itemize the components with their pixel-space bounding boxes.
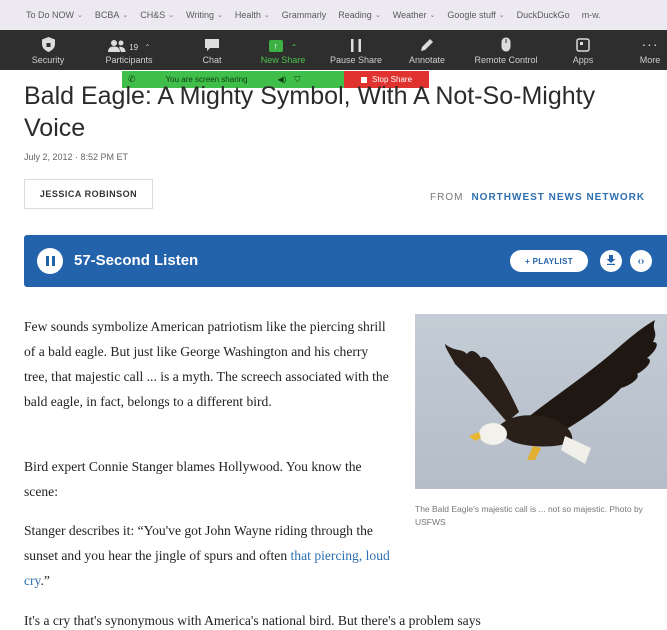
mouse-icon (501, 30, 511, 52)
pause-share-button[interactable]: Pause Share (324, 30, 388, 70)
pause-icon (350, 30, 362, 52)
bookmarks-bar: To Do NOW ⌄ BCBA ⌄ CH&S ⌄ Writing ⌄ Health ⌄ … (0, 0, 667, 30)
bookmark-label: To Do NOW (26, 10, 75, 20)
bookmark-label: Reading (338, 10, 372, 20)
bookmark-writing[interactable]: Writing ⌄ (186, 10, 223, 20)
bookmark-label: DuckDuckGo (516, 10, 570, 20)
source-from-label: FROM (430, 192, 464, 203)
download-button[interactable] (600, 250, 622, 272)
download-icon (606, 254, 616, 268)
author-byline[interactable]: JESSICA ROBINSON (24, 179, 153, 209)
chevron-down-icon: ⌄ (77, 12, 83, 19)
new-share-label: New Share (260, 55, 306, 65)
more-label: More (639, 55, 661, 65)
bookmark-label: Weather (392, 10, 427, 20)
bookmark-health[interactable]: Health ⌄ (235, 10, 270, 20)
chat-icon (204, 30, 220, 52)
pencil-icon (420, 30, 434, 52)
source-org-link[interactable]: NORTHWEST NEWS NETWORK (471, 192, 645, 203)
bookmark-label: Google stuff (447, 10, 496, 20)
bookmark-weather[interactable]: Weather ⌄ (393, 10, 436, 20)
bookmark-grammarly[interactable]: Grammarly (282, 10, 327, 20)
apps-button[interactable]: Apps (566, 30, 600, 70)
bookmark-google-stuff[interactable]: Google stuff ⌄ (447, 10, 504, 20)
embed-button[interactable]: ‹› (630, 250, 652, 272)
audio-title: 57-Second Listen (74, 252, 199, 269)
participants-icon (108, 40, 126, 52)
bookmark-label: Writing (186, 10, 215, 20)
bookmark-chs[interactable]: CH&S ⌄ (140, 10, 174, 20)
bookmark-bcba[interactable]: BCBA ⌄ (95, 10, 128, 20)
pause-icon (45, 256, 49, 266)
chevron-up-icon[interactable]: ⌃ (291, 43, 298, 52)
bookmark-duckduckgo[interactable]: DuckDuckGo (517, 10, 570, 20)
pause-share-label: Pause Share (329, 55, 383, 65)
participant-count: 19 (129, 43, 139, 52)
chat-button[interactable]: Chat (192, 30, 232, 70)
body-paragraph-2: Bird expert Connie Stanger blames Hollyw… (24, 459, 362, 499)
chevron-down-icon: ⌄ (498, 12, 505, 19)
security-button[interactable]: Security (26, 30, 70, 70)
embed-code-icon: ‹› (637, 255, 645, 267)
chevron-down-icon: ⌄ (263, 12, 270, 19)
chevron-down-icon: ⌄ (217, 12, 223, 19)
share-up-arrow-icon: ↑ (268, 40, 283, 52)
bookmark-mw[interactable]: m-w. (582, 10, 601, 20)
remote-control-label: Remote Control (474, 55, 538, 65)
add-to-playlist-button[interactable]: + PLAYLIST (510, 250, 588, 272)
participants-label: Participants (105, 55, 153, 65)
chevron-down-icon: ⌄ (374, 12, 381, 19)
body-paragraph-4: It's a cry that's synonymous with Americ… (24, 613, 481, 628)
eagle-illustration (415, 314, 667, 489)
apps-label: Apps (572, 55, 594, 65)
bookmark-to-do-now[interactable]: To Do NOW ⌄ (26, 10, 83, 20)
pause-button[interactable] (37, 248, 63, 274)
more-button[interactable]: ··· More (634, 30, 666, 70)
bookmark-label: m-w. (581, 10, 601, 20)
new-share-icon-group: ↑ ⌃ (268, 30, 298, 52)
article-headline: Bald Eagle: A Mighty Symbol, With A Not-… (24, 82, 596, 142)
chat-label: Chat (202, 55, 222, 65)
apps-icon (576, 30, 590, 52)
body-paragraph-1: Few sounds symbolize American patriotism… (24, 319, 389, 409)
photo-caption: The Bald Eagle's majestic call is ... no… (415, 504, 643, 527)
chevron-down-icon: ⌄ (168, 12, 175, 19)
zoom-share-toolbar: Security 19 ⌃ Participants Chat ↑ ⌃ New … (0, 30, 667, 70)
audio-player-bar: 57-Second Listen + PLAYLIST ‹› (24, 235, 667, 287)
article-source: FROM NORTHWEST NEWS NETWORK (430, 192, 645, 203)
article-date: July 2, 2012 · 8:52 PM ET (24, 152, 129, 162)
shield-icon (41, 30, 55, 52)
pause-icon (51, 256, 55, 266)
bald-eagle-photo (415, 314, 667, 489)
new-share-button[interactable]: ↑ ⌃ New Share (254, 30, 312, 70)
remote-control-button[interactable]: Remote Control (466, 30, 546, 70)
chevron-up-icon[interactable]: ⌃ (144, 43, 151, 52)
security-label: Security (31, 55, 65, 65)
bookmark-reading[interactable]: Reading ⌄ (338, 10, 380, 20)
annotate-label: Annotate (408, 55, 446, 65)
participants-button[interactable]: 19 ⌃ Participants (98, 30, 160, 70)
more-dots-icon: ··· (641, 36, 659, 52)
paragraph-text-end: .” (40, 573, 50, 588)
bookmark-label: BCBA (94, 10, 120, 20)
bookmark-label: CH&S (140, 10, 166, 20)
body-paragraph-3: Stanger describes it: “You've got John W… (24, 518, 394, 593)
chevron-down-icon: ⌄ (122, 12, 129, 19)
bookmark-label: Health (234, 10, 261, 20)
annotate-button[interactable]: Annotate (402, 30, 452, 70)
bookmark-label: Grammarly (281, 10, 327, 20)
chevron-down-icon: ⌄ (429, 12, 436, 19)
participants-icon-group: 19 ⌃ (107, 30, 151, 52)
